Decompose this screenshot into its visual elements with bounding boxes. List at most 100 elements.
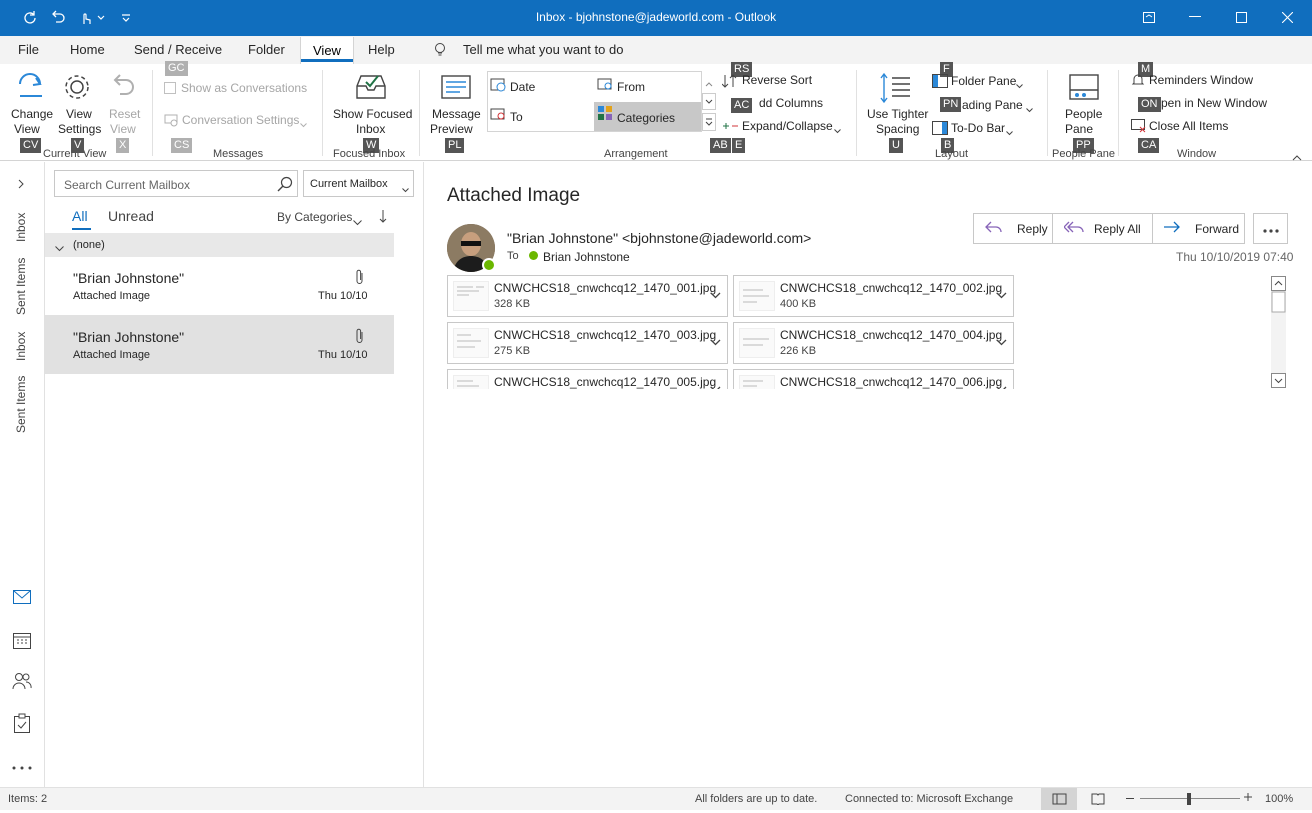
- ribbon-display-icon[interactable]: [1126, 0, 1172, 34]
- show-focused-inbox-label[interactable]: Inbox: [356, 122, 385, 136]
- tab-file[interactable]: File: [18, 42, 39, 57]
- zoom-out-icon[interactable]: [1126, 798, 1134, 799]
- tab-send-receive[interactable]: Send / Receive: [134, 42, 222, 57]
- arrange-categories[interactable]: Categories: [617, 111, 675, 125]
- nav-sent-items[interactable]: Sent Items: [14, 258, 28, 315]
- tighter-spacing-label[interactable]: Spacing: [876, 122, 919, 136]
- message-preview-label[interactable]: Preview: [430, 122, 473, 136]
- close-button[interactable]: [1264, 0, 1310, 34]
- people-icon[interactable]: [12, 672, 32, 693]
- show-conversations-checkbox[interactable]: [164, 82, 176, 94]
- nav-inbox[interactable]: Inbox: [14, 213, 28, 242]
- keytip-cv: CV: [20, 138, 42, 153]
- reset-view-label[interactable]: View: [110, 122, 136, 136]
- recipient-name[interactable]: Brian Johnstone: [543, 250, 630, 264]
- message-preview-icon: [440, 72, 472, 105]
- zoom-slider-thumb[interactable]: [1187, 793, 1191, 805]
- tighter-spacing-button[interactable]: Use Tighter: [867, 107, 928, 121]
- more-apps-icon[interactable]: [12, 759, 32, 773]
- people-pane-button[interactable]: People: [1065, 107, 1102, 121]
- sort-direction-icon[interactable]: [379, 209, 387, 226]
- search-icon[interactable]: [277, 176, 293, 195]
- tasks-icon[interactable]: [13, 713, 31, 736]
- chevron-down-icon: [300, 117, 307, 131]
- attachments-scrollbar[interactable]: [1271, 276, 1286, 388]
- normal-view-button[interactable]: [1041, 788, 1077, 810]
- keytip-u: U: [889, 138, 903, 153]
- chevron-down-icon[interactable]: [710, 288, 721, 302]
- sender-address[interactable]: "Brian Johnstone" <bjohnstone@jadeworld.…: [507, 230, 811, 246]
- attachment-thumbnail: [739, 281, 775, 311]
- keytip-cs: CS: [171, 138, 193, 153]
- reminders-window-button[interactable]: Reminders Window: [1149, 73, 1253, 87]
- keytip-gc: GC: [165, 61, 188, 76]
- tab-folder[interactable]: Folder: [248, 42, 285, 57]
- chevron-down-icon[interactable]: [710, 335, 721, 349]
- attachment-thumbnail: [739, 375, 775, 389]
- message-preview-button[interactable]: Message: [432, 107, 481, 121]
- reverse-sort-button[interactable]: Reverse Sort: [742, 73, 812, 87]
- arrange-date[interactable]: Date: [510, 80, 535, 94]
- attachment-item[interactable]: CNWCHCS18_cnwchcq12_1470_002.jpg 400 KB: [733, 275, 1014, 317]
- search-scope-dropdown[interactable]: Current Mailbox: [303, 170, 414, 197]
- show-focused-inbox-button[interactable]: Show Focused: [333, 107, 412, 121]
- zoom-in-icon[interactable]: [1243, 792, 1253, 805]
- arrange-to[interactable]: To: [510, 110, 523, 124]
- tell-me-input[interactable]: Tell me what you want to do: [463, 42, 623, 57]
- reset-view-button[interactable]: Reset: [109, 107, 140, 121]
- chevron-down-icon[interactable]: [996, 288, 1007, 302]
- arrange-from[interactable]: From: [617, 80, 645, 94]
- more-actions-button[interactable]: [1253, 213, 1288, 244]
- keytip-e: E: [732, 138, 746, 153]
- attachment-item[interactable]: CNWCHCS18_cnwchcq12_1470_001.jpg 328 KB: [447, 275, 728, 317]
- filter-unread[interactable]: Unread: [108, 208, 154, 224]
- view-settings-button[interactable]: View: [66, 107, 92, 121]
- people-pane-label[interactable]: Pane: [1065, 122, 1093, 136]
- categories-icon: [598, 106, 612, 123]
- attachment-item[interactable]: CNWCHCS18_cnwchcq12_1470_005.jpg: [447, 369, 728, 389]
- open-new-window-button[interactable]: pen in New Window: [1161, 96, 1267, 110]
- chevron-down-icon: [834, 123, 841, 137]
- attachment-item[interactable]: CNWCHCS18_cnwchcq12_1470_003.jpg 275 KB: [447, 322, 728, 364]
- attachment-item[interactable]: CNWCHCS18_cnwchcq12_1470_006.jpg: [733, 369, 1014, 389]
- keytip-ac: AC: [731, 98, 753, 113]
- close-all-items-button[interactable]: Close All Items: [1149, 119, 1228, 133]
- sort-by-dropdown[interactable]: By Categories: [277, 210, 352, 224]
- tighter-spacing-icon: [880, 72, 912, 107]
- expand-folder-pane-icon[interactable]: [17, 178, 25, 192]
- reply-button[interactable]: Reply: [973, 213, 1053, 244]
- filter-all[interactable]: All: [72, 208, 88, 224]
- group-header[interactable]: (none): [45, 233, 394, 257]
- nav-inbox-2[interactable]: Inbox: [14, 332, 28, 361]
- forward-button[interactable]: Forward: [1152, 213, 1245, 244]
- minimize-button[interactable]: [1172, 0, 1218, 34]
- change-view-label[interactable]: View: [14, 122, 40, 136]
- tab-home[interactable]: Home: [70, 42, 105, 57]
- add-columns-button[interactable]: dd Columns: [759, 96, 823, 110]
- nav-sent-items-2[interactable]: Sent Items: [14, 376, 28, 433]
- mail-icon[interactable]: [13, 590, 31, 607]
- calendar-icon[interactable]: [13, 631, 31, 652]
- conversation-settings-button[interactable]: Conversation Settings: [182, 113, 299, 127]
- chevron-down-icon[interactable]: [996, 382, 1007, 389]
- list-item-selected[interactable]: "Brian Johnstone" Attached Image Thu 10/…: [45, 315, 394, 374]
- tab-help[interactable]: Help: [368, 42, 395, 57]
- zoom-level[interactable]: 100%: [1265, 793, 1293, 805]
- folder-pane-button[interactable]: Folder Pane: [951, 74, 1016, 88]
- reading-view-icon[interactable]: [1091, 793, 1105, 808]
- chevron-down-icon[interactable]: [710, 382, 721, 389]
- reading-pane-button[interactable]: ading Pane: [962, 98, 1023, 112]
- search-input[interactable]: Search Current Mailbox: [54, 170, 298, 197]
- expand-collapse-button[interactable]: Expand/Collapse: [742, 119, 833, 133]
- list-item[interactable]: "Brian Johnstone" Attached Image Thu 10/…: [45, 257, 394, 315]
- change-view-button[interactable]: Change: [11, 107, 53, 121]
- reply-all-button[interactable]: Reply All: [1052, 213, 1153, 244]
- attachment-item[interactable]: CNWCHCS18_cnwchcq12_1470_004.jpg 226 KB: [733, 322, 1014, 364]
- maximize-button[interactable]: [1218, 0, 1264, 34]
- chevron-down-icon[interactable]: [996, 335, 1007, 349]
- todo-bar-button[interactable]: To-Do Bar: [951, 121, 1005, 135]
- tab-view[interactable]: View: [300, 37, 354, 64]
- gallery-scroll[interactable]: [702, 71, 716, 132]
- attachment-size: 275 KB: [494, 345, 531, 357]
- view-settings-label[interactable]: Settings: [58, 122, 101, 136]
